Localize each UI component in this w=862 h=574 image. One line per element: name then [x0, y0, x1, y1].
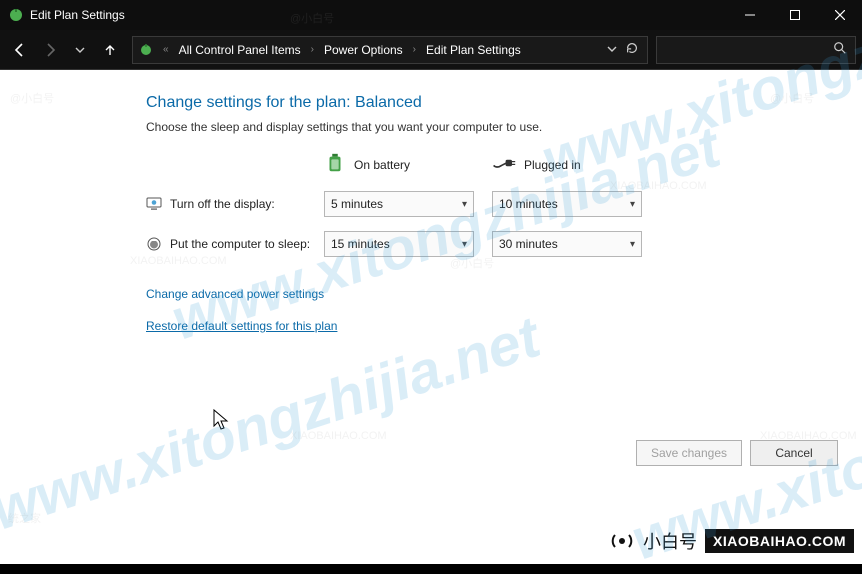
chevron-down-icon: ▾ [462, 199, 467, 210]
display-battery-dropdown[interactable]: 5 minutes ▾ [324, 191, 474, 217]
display-icon [146, 196, 162, 212]
sleep-battery-dropdown[interactable]: 15 minutes ▾ [324, 231, 474, 257]
forward-button[interactable] [36, 36, 64, 64]
breadcrumb-item[interactable]: Power Options [320, 41, 407, 59]
recent-locations-button[interactable] [66, 36, 94, 64]
page-title: Change settings for the plan: Balanced [146, 94, 832, 112]
sleep-plugged-dropdown[interactable]: 30 minutes ▾ [492, 231, 642, 257]
save-button[interactable]: Save changes [636, 440, 742, 466]
refresh-button[interactable] [625, 41, 639, 58]
sleep-label: Put the computer to sleep: [170, 237, 310, 251]
turn-off-display-label: Turn off the display: [170, 197, 275, 211]
chevron-down-icon: ▾ [630, 239, 635, 250]
restore-defaults-link[interactable]: Restore default settings for this plan [146, 319, 337, 333]
cursor-icon [212, 408, 232, 432]
sleep-icon [146, 236, 162, 252]
back-button[interactable] [6, 36, 34, 64]
chevron-right-icon: › [307, 44, 318, 55]
chevron-down-icon: ▾ [462, 239, 467, 250]
advanced-settings-link[interactable]: Change advanced power settings [146, 287, 324, 301]
chevron-left-icon: « [159, 44, 173, 55]
app-icon [8, 7, 24, 23]
plugged-in-label: Plugged in [524, 158, 581, 172]
chevron-right-icon: › [409, 44, 420, 55]
on-battery-label: On battery [354, 158, 410, 172]
search-icon [833, 41, 847, 58]
broadcast-icon [609, 528, 635, 554]
power-icon [137, 41, 155, 59]
dropdown-icon[interactable] [607, 43, 617, 57]
breadcrumb-item[interactable]: All Control Panel Items [175, 41, 305, 59]
up-button[interactable] [96, 36, 124, 64]
battery-icon [324, 152, 346, 177]
maximize-button[interactable] [772, 0, 817, 30]
address-bar[interactable]: « All Control Panel Items › Power Option… [132, 36, 648, 64]
page-subtitle: Choose the sleep and display settings th… [146, 120, 832, 134]
cancel-button[interactable]: Cancel [750, 440, 838, 466]
window-title: Edit Plan Settings [30, 8, 727, 22]
chevron-down-icon: ▾ [630, 199, 635, 210]
breadcrumb-item[interactable]: Edit Plan Settings [422, 41, 525, 59]
display-plugged-dropdown[interactable]: 10 minutes ▾ [492, 191, 642, 217]
publisher-logo: 小白号 XIAOBAIHAO.COM [609, 528, 854, 554]
close-button[interactable] [817, 0, 862, 30]
minimize-button[interactable] [727, 0, 772, 30]
search-input[interactable] [656, 36, 856, 64]
plug-icon [492, 154, 516, 175]
